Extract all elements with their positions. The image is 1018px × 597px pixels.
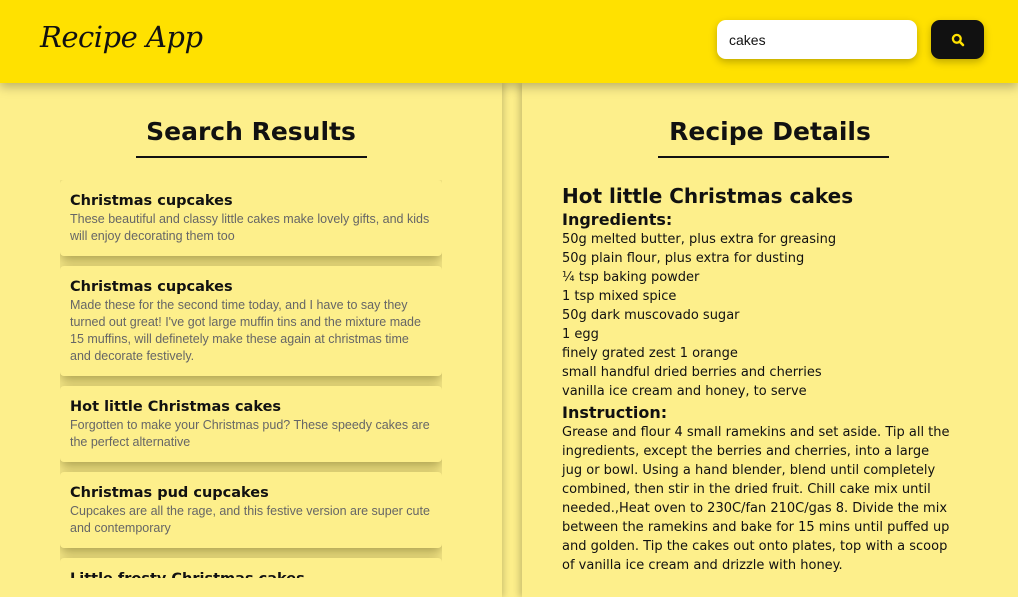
ingredients-list: 50g melted butter, plus extra for greasi… <box>562 230 962 401</box>
result-description: Cupcakes are all the rage, and this fest… <box>70 504 430 535</box>
result-title: Little frosty Christmas cakes <box>70 570 432 578</box>
heading-underline <box>658 156 889 158</box>
app-logo: Recipe App <box>40 20 203 54</box>
result-title: Hot little Christmas cakes <box>70 399 282 415</box>
instruction-text: Grease and flour 4 small ramekins and se… <box>562 425 950 573</box>
result-title: Christmas cupcakes <box>70 279 233 295</box>
ingredient-item: 1 tsp mixed spice <box>562 289 677 304</box>
ingredient-item: 50g plain flour, plus extra for dusting <box>562 251 805 266</box>
ingredient-item: ¼ tsp baking powder <box>562 270 700 285</box>
ingredients-heading: Ingredients: <box>562 210 673 229</box>
result-description: These beautiful and classy little cakes … <box>70 212 430 243</box>
search-input[interactable] <box>717 20 917 59</box>
recipe-name: Hot little Christmas cakes <box>562 184 854 208</box>
ingredient-item: 50g melted butter, plus extra for greasi… <box>562 232 837 247</box>
recipe-details-heading: Recipe Details <box>669 117 871 146</box>
instruction-heading: Instruction: <box>562 403 668 422</box>
result-card[interactable]: Little frosty Christmas cakes <box>60 558 442 578</box>
search-icon <box>951 33 964 46</box>
search-results-panel: Search Results Christmas cupcakes These … <box>0 83 502 597</box>
ingredient-item: 50g dark muscovado sugar <box>562 308 740 323</box>
search-button[interactable] <box>931 20 984 59</box>
result-card[interactable]: Christmas cupcakes These beautiful and c… <box>60 180 442 256</box>
recipe-details-panel: Recipe Details Hot little Christmas cake… <box>522 83 1018 597</box>
ingredient-item: vanilla ice cream and honey, to serve <box>562 384 807 399</box>
result-title: Christmas cupcakes <box>70 193 233 209</box>
result-card[interactable]: Christmas pud cupcakes Cupcakes are all … <box>60 472 442 548</box>
heading-underline <box>136 156 367 158</box>
app-header: Recipe App <box>0 0 1018 83</box>
recipe-details: Hot little Christmas cakes Ingredients: … <box>562 184 962 575</box>
ingredient-item: 1 egg <box>562 327 599 342</box>
ingredient-item: small handful dried berries and cherries <box>562 365 822 380</box>
ingredient-item: finely grated zest 1 orange <box>562 346 738 361</box>
search-results-heading: Search Results <box>146 117 356 146</box>
results-list[interactable]: Christmas cupcakes These beautiful and c… <box>60 180 442 578</box>
result-card[interactable]: Christmas cupcakes Made these for the se… <box>60 266 442 376</box>
result-description: Made these for the second time today, an… <box>70 298 421 363</box>
result-card[interactable]: Hot little Christmas cakes Forgotten to … <box>60 386 442 462</box>
result-description: Forgotten to make your Christmas pud? Th… <box>70 418 430 449</box>
result-title: Christmas pud cupcakes <box>70 485 269 501</box>
